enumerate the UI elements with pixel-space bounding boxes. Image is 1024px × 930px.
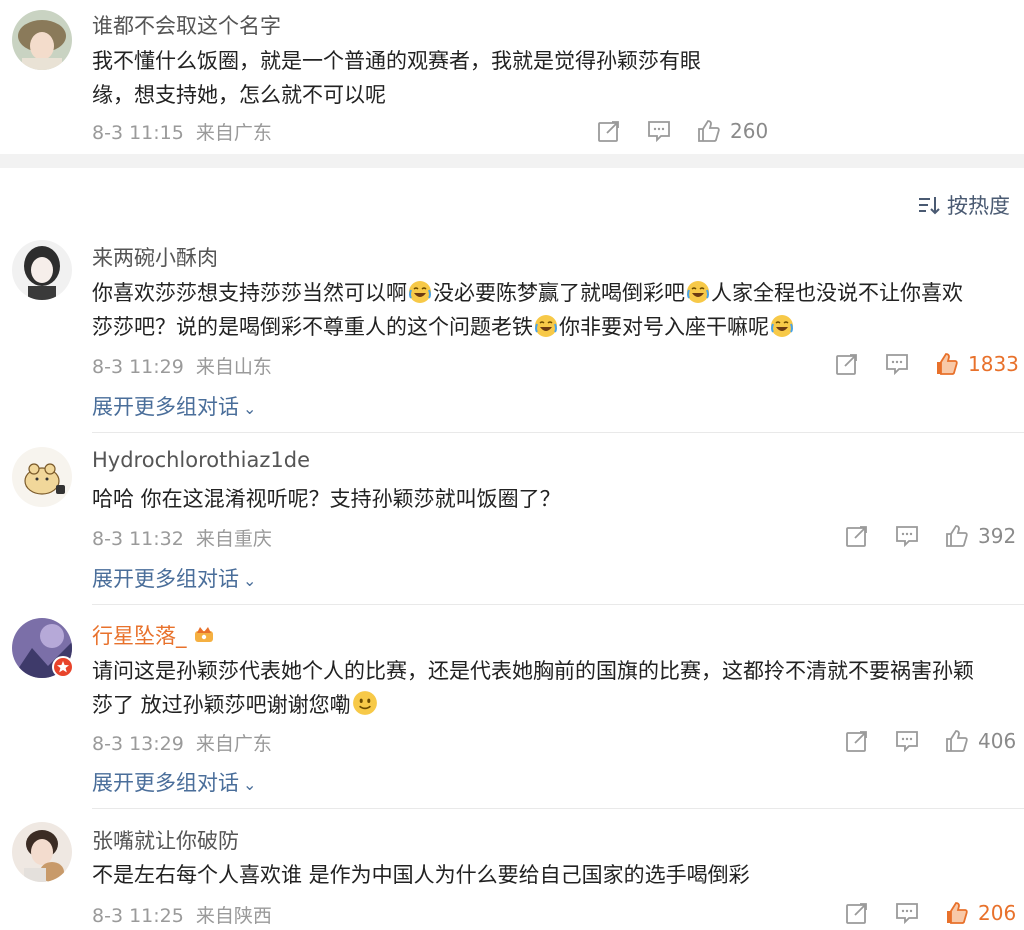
username[interactable]: 来两碗小酥肉 xyxy=(92,242,218,272)
like-count: 1833 xyxy=(968,352,1019,376)
reply-icon[interactable] xyxy=(894,523,920,549)
laugh-cry-emoji-icon xyxy=(770,314,794,338)
comment-text-line-2: 缘，想支持她，怎么就不可以呢 xyxy=(92,83,386,107)
comment-meta: 8-3 11:15 来自广东 xyxy=(92,118,272,145)
location: 来自陕西 xyxy=(195,905,272,927)
location: 来自山东 xyxy=(195,356,272,378)
comment-text-line-1: 我不懂什么饭圈，就是一个普通的观赛者，我就是觉得孙颖莎有眼 xyxy=(92,49,701,73)
section-separator xyxy=(0,154,1024,168)
sort-by-heat-button[interactable]: 按热度 xyxy=(917,190,1010,220)
like-count: 392 xyxy=(978,524,1017,548)
location: 来自重庆 xyxy=(195,528,272,550)
comment-actions: 406 xyxy=(844,726,1016,756)
avatar[interactable] xyxy=(12,10,72,70)
share-icon[interactable] xyxy=(844,900,870,926)
like-button[interactable]: 392 xyxy=(944,523,1016,549)
username[interactable]: 谁都不会取这个名字 xyxy=(92,10,281,40)
comment-text-line-2: 莎了 放过孙颖莎吧谢谢您嘞 xyxy=(92,688,379,722)
timestamp: 8-3 11:29 xyxy=(92,356,184,378)
comment-meta: 8-3 11:25 来自陕西 xyxy=(92,901,272,928)
thumb-up-icon xyxy=(944,523,970,549)
expand-conversation-link[interactable]: 展开更多组对话 ⌄ xyxy=(92,563,256,593)
share-icon[interactable] xyxy=(596,118,622,144)
timestamp: 8-3 11:15 xyxy=(92,122,184,144)
like-button[interactable]: 206 xyxy=(944,900,1016,926)
comment-actions: 392 xyxy=(844,521,1016,551)
comment-meta: 8-3 13:29 来自广东 xyxy=(92,729,272,756)
timestamp: 8-3 13:29 xyxy=(92,733,184,755)
reply-icon[interactable] xyxy=(894,728,920,754)
chevron-down-icon: ⌄ xyxy=(243,571,257,590)
timestamp: 8-3 11:25 xyxy=(92,905,184,927)
comment-actions: 1833 xyxy=(834,349,1019,379)
comment-meta: 8-3 11:32 来自重庆 xyxy=(92,524,272,551)
timestamp: 8-3 11:32 xyxy=(92,528,184,550)
share-icon[interactable] xyxy=(834,351,860,377)
comment-text-line-2: 莎莎吧？说的是喝倒彩不尊重人的这个问题老铁 你非要对号入座干嘛呢 xyxy=(92,310,795,344)
comment-text-line-1: 不是左右每个人喜欢谁 是作为中国人为什么要给自己国家的选手喝倒彩 xyxy=(92,863,750,887)
reply-icon[interactable] xyxy=(884,351,910,377)
thumb-up-icon xyxy=(944,900,970,926)
comment-actions: 206 xyxy=(844,898,1016,928)
comment-text-line-1: 你喜欢莎莎想支持莎莎当然可以啊 没必要陈梦赢了就喝倒彩吧 人家全程也没说不让你喜欢 xyxy=(92,280,963,305)
divider xyxy=(92,808,1024,809)
location: 来自广东 xyxy=(195,733,272,755)
sort-icon xyxy=(919,197,940,215)
comment-actions: 260 xyxy=(596,116,768,146)
like-count: 406 xyxy=(978,729,1017,753)
sort-label: 按热度 xyxy=(947,194,1010,218)
expand-conversation-link[interactable]: 展开更多组对话 ⌄ xyxy=(92,391,256,421)
divider xyxy=(92,604,1024,605)
laugh-cry-emoji-icon xyxy=(534,314,558,338)
thumb-up-icon xyxy=(696,118,722,144)
like-button[interactable]: 406 xyxy=(944,728,1016,754)
username[interactable]: 张嘴就让你破防 xyxy=(92,825,239,855)
verified-badge-icon xyxy=(52,656,74,678)
thumb-up-icon xyxy=(944,728,970,754)
like-button[interactable]: 260 xyxy=(696,118,768,144)
like-button[interactable]: 1833 xyxy=(934,351,1019,377)
laugh-cry-emoji-icon xyxy=(408,280,432,304)
crown-badge-icon xyxy=(193,623,215,645)
location: 来自广东 xyxy=(195,122,272,144)
username[interactable]: 行星坠落_ xyxy=(92,620,215,650)
laugh-cry-emoji-icon xyxy=(686,280,710,304)
like-count: 260 xyxy=(730,119,769,143)
reply-icon[interactable] xyxy=(894,900,920,926)
smile-emoji-icon xyxy=(352,690,378,716)
like-count: 206 xyxy=(978,901,1017,925)
divider xyxy=(92,432,1024,433)
username[interactable]: Hydrochlorothiaz1de xyxy=(92,448,310,472)
expand-conversation-link[interactable]: 展开更多组对话 ⌄ xyxy=(92,767,256,797)
chevron-down-icon: ⌄ xyxy=(243,399,257,418)
comment-text-line-1: 请问这是孙颖莎代表她个人的比赛，还是代表她胸前的国旗的比赛，这都拎不清就不要祸害… xyxy=(92,659,974,683)
comment-text-line-1: 哈哈 你在这混淆视听呢？支持孙颖莎就叫饭圈了？ xyxy=(92,487,561,511)
avatar[interactable] xyxy=(12,447,72,507)
avatar[interactable] xyxy=(12,822,72,882)
reply-icon[interactable] xyxy=(646,118,672,144)
chevron-down-icon: ⌄ xyxy=(243,775,257,794)
avatar[interactable] xyxy=(12,240,72,300)
thumb-up-icon xyxy=(934,351,960,377)
share-icon[interactable] xyxy=(844,728,870,754)
share-icon[interactable] xyxy=(844,523,870,549)
comment-meta: 8-3 11:29 来自山东 xyxy=(92,352,272,379)
